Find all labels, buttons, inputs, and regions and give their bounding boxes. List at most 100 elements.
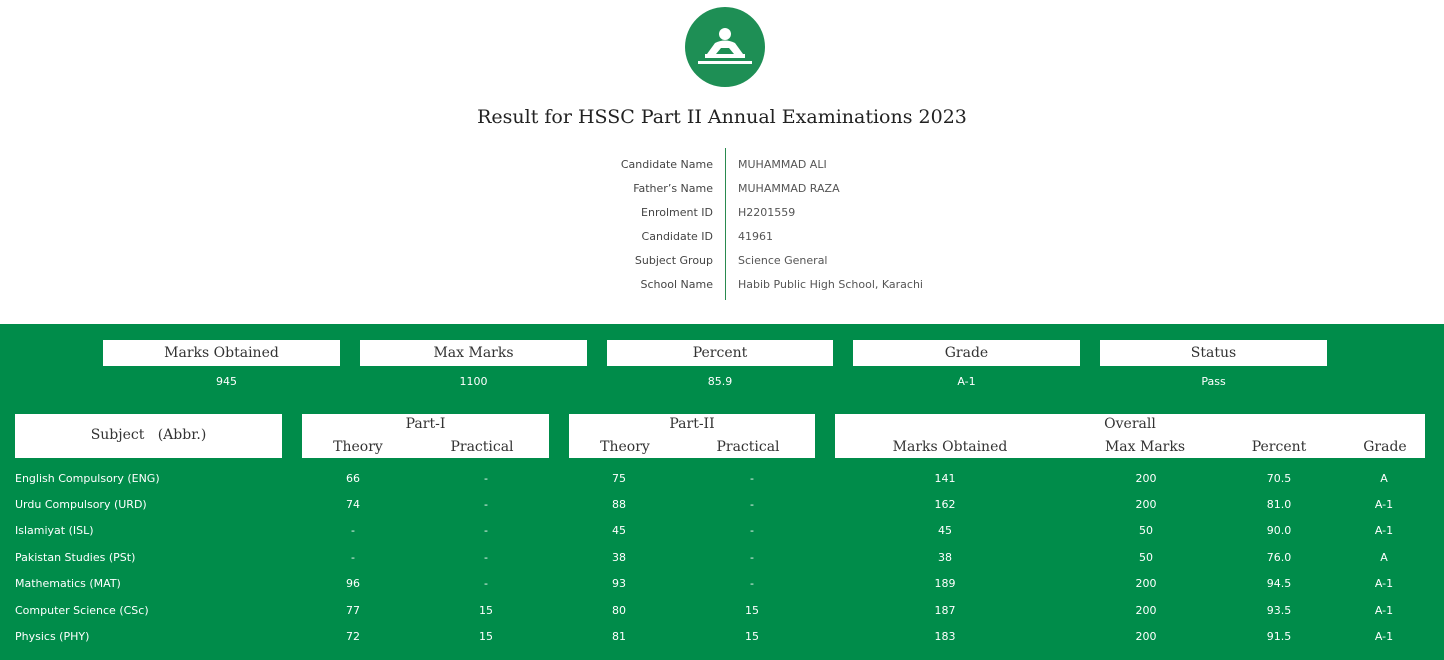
percent-cell: 94.5 [1266, 577, 1292, 590]
part1-theory-cell: 72 [346, 630, 360, 643]
max-marks-cell: 200 [1135, 604, 1157, 617]
marks-obtained-cell: 45 [938, 524, 952, 537]
board-logo [685, 7, 765, 87]
part2-theory-cell: 93 [612, 577, 626, 590]
candidate-info: Candidate Name MUHAMMAD ALI Father’s Nam… [0, 148, 1444, 300]
part1-theory-cell: 77 [346, 604, 360, 617]
grade-cell: A-1 [1374, 604, 1394, 617]
percent-cell: 81.0 [1266, 498, 1292, 511]
part1-theory-cell: 66 [346, 472, 360, 485]
info-row-candidate-id: Candidate ID 41961 [0, 220, 1444, 244]
student-reading-icon [698, 28, 752, 64]
part2-theory-cell: 81 [612, 630, 626, 643]
part1-practical-cell: 15 [479, 630, 493, 643]
part2-practical-cell: - [750, 524, 754, 537]
info-row-father-name: Father’s Name MUHAMMAD RAZA [0, 172, 1444, 196]
info-label: Father’s Name [633, 182, 713, 195]
info-row-school-name: School Name Habib Public High School, Ka… [0, 268, 1444, 292]
grade-cell: A-1 [1374, 524, 1394, 537]
part1-theory-cell: - [351, 524, 355, 537]
subject-cell: English Compulsory (ENG) [15, 472, 160, 485]
page-title: Result for HSSC Part II Annual Examinati… [477, 106, 967, 128]
percent-cell: 70.5 [1266, 472, 1292, 485]
part2-practical-header: Practical [716, 439, 780, 455]
part2-theory-cell: 38 [612, 551, 626, 564]
info-label: School Name [640, 278, 713, 291]
overall-percent-header: Percent [1251, 439, 1307, 455]
info-value: H2201559 [738, 206, 796, 219]
marks-obtained-cell: 38 [938, 551, 952, 564]
part1-column-header: Part-I Theory Practical [302, 414, 549, 458]
marks-obtained-cell: 183 [934, 630, 956, 643]
summary-percent-value: 85.9 [707, 375, 733, 388]
part1-practical-cell: - [484, 524, 488, 537]
info-row-candidate-name: Candidate Name MUHAMMAD ALI [0, 148, 1444, 172]
part1-theory-header: Theory [333, 439, 383, 455]
part2-practical-cell: 15 [745, 604, 759, 617]
results-panel: Marks Obtained Max Marks Percent Grade S… [0, 324, 1444, 660]
summary-max-marks-value: 1100 [459, 375, 488, 388]
part1-practical-cell: - [484, 498, 488, 511]
summary-status-value: Pass [1201, 375, 1226, 388]
overall-max-marks-header: Max Marks [1104, 439, 1186, 455]
max-marks-cell: 50 [1139, 551, 1153, 564]
summary-marks-obtained-value: 945 [216, 375, 237, 388]
part2-theory-cell: 45 [612, 524, 626, 537]
part2-theory-header: Theory [600, 439, 650, 455]
percent-cell: 76.0 [1266, 551, 1292, 564]
percent-cell: 91.5 [1266, 630, 1292, 643]
summary-percent-header: Percent [607, 340, 833, 366]
part1-theory-cell: - [351, 551, 355, 564]
part1-header-label: Part-I [405, 416, 446, 432]
subject-cell: Urdu Compulsory (URD) [15, 498, 147, 511]
table-row: Physics (PHY) 72 15 81 15 183 200 91.5 A… [0, 630, 1444, 650]
summary-status-header: Status [1100, 340, 1327, 366]
overall-grade-header: Grade [1363, 439, 1407, 455]
marks-obtained-cell: 141 [934, 472, 956, 485]
info-label: Subject Group [634, 254, 713, 267]
table-row: Mathematics (MAT) 96 - 93 - 189 200 94.5… [0, 577, 1444, 597]
max-marks-cell: 200 [1135, 630, 1157, 643]
grade-cell: A-1 [1374, 498, 1394, 511]
info-value: MUHAMMAD RAZA [738, 182, 840, 195]
overall-header-label: Overall [1104, 416, 1156, 432]
part2-column-header: Part-II Theory Practical [569, 414, 815, 458]
marks-obtained-cell: 187 [934, 604, 956, 617]
part2-practical-cell: 15 [745, 630, 759, 643]
info-label: Enrolment ID [641, 206, 713, 219]
info-row-enrolment-id: Enrolment ID H2201559 [0, 196, 1444, 220]
part2-theory-cell: 80 [612, 604, 626, 617]
part2-practical-cell: - [750, 551, 754, 564]
part1-theory-cell: 74 [346, 498, 360, 511]
subject-header-label: Subject (Abbr.) [90, 427, 207, 443]
subject-cell: Pakistan Studies (PSt) [15, 551, 136, 564]
part1-theory-cell: 96 [346, 577, 360, 590]
max-marks-cell: 50 [1139, 524, 1153, 537]
part1-practical-cell: - [484, 551, 488, 564]
info-value: Habib Public High School, Karachi [738, 278, 923, 291]
subject-cell: Mathematics (MAT) [15, 577, 121, 590]
part2-theory-cell: 75 [612, 472, 626, 485]
part2-practical-cell: - [750, 472, 754, 485]
info-value: 41961 [738, 230, 773, 243]
max-marks-cell: 200 [1135, 472, 1157, 485]
part1-practical-cell: - [484, 577, 488, 590]
info-label: Candidate ID [641, 230, 713, 243]
max-marks-cell: 200 [1135, 577, 1157, 590]
summary-grade-value: A-1 [957, 375, 976, 388]
info-value: Science General [738, 254, 828, 267]
info-label: Candidate Name [620, 158, 713, 171]
subject-column-header: Subject (Abbr.) [15, 414, 282, 458]
table-row: Urdu Compulsory (URD) 74 - 88 - 162 200 … [0, 498, 1444, 518]
percent-cell: 93.5 [1266, 604, 1292, 617]
summary-marks-obtained-header: Marks Obtained [103, 340, 340, 366]
marks-obtained-cell: 162 [934, 498, 956, 511]
info-value: MUHAMMAD ALI [738, 158, 827, 171]
overall-marks-obtained-header: Marks Obtained [892, 439, 1008, 455]
summary-max-marks-header: Max Marks [360, 340, 587, 366]
info-row-subject-group: Subject Group Science General [0, 244, 1444, 268]
max-marks-cell: 200 [1135, 498, 1157, 511]
part2-header-label: Part-II [669, 416, 715, 432]
marks-obtained-cell: 189 [934, 577, 956, 590]
overall-column-header: Overall Marks Obtained Max Marks Percent… [835, 414, 1425, 458]
